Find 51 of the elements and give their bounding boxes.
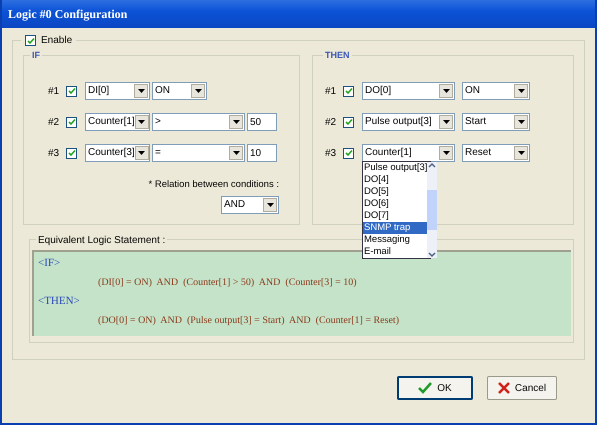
checkbox[interactable] xyxy=(66,116,77,128)
checkbox[interactable] xyxy=(25,35,36,46)
list-item[interactable]: DO[5] xyxy=(363,186,428,198)
dropdown-field[interactable]: DI[0] xyxy=(85,82,150,100)
dropdown-field[interactable]: Counter[1] xyxy=(362,144,455,162)
statement-line: <IF> xyxy=(38,256,60,271)
scrollbar[interactable] xyxy=(427,162,438,258)
list-item[interactable]: DO[4] xyxy=(363,174,428,186)
dropdown-field[interactable]: > xyxy=(152,113,245,131)
group-title: Equivalent Logic Statement : xyxy=(36,233,168,248)
dropdown-field[interactable]: DO[0] xyxy=(362,82,455,100)
statement-line: (DI[0] = ON) AND (Counter[1] > 50) AND (Counter[3] = 10) xyxy=(98,276,357,290)
statement-line: <THEN> xyxy=(38,294,80,309)
row-label: #2 xyxy=(48,116,60,130)
row-label: #1 xyxy=(48,84,60,98)
window-title: Logic #0 Configuration xyxy=(8,6,128,23)
dropdown-field[interactable]: Counter[3] xyxy=(85,144,150,162)
dropdown-field[interactable]: ON xyxy=(462,82,530,100)
ok-button[interactable]: OK xyxy=(397,376,473,400)
list-item[interactable]: Pulse output[3] xyxy=(363,162,428,174)
row-label: #2 xyxy=(325,116,338,130)
dropdown-field[interactable]: Start xyxy=(462,113,530,131)
row-label: #1 xyxy=(325,84,338,98)
relation-label: * Relation between conditions : xyxy=(148,178,279,192)
list-item[interactable]: Messaging xyxy=(363,234,428,246)
checkbox[interactable] xyxy=(343,86,354,96)
checkbox[interactable] xyxy=(343,148,354,158)
checkbox[interactable] xyxy=(343,116,354,128)
scroll-down-icon[interactable] xyxy=(428,252,436,258)
list-item[interactable]: DO[6] xyxy=(363,198,428,210)
list-item[interactable]: E-mail xyxy=(363,246,428,258)
list-item[interactable]: SNMP trap xyxy=(363,222,428,234)
dropdown-field[interactable]: = xyxy=(152,144,245,162)
value-field[interactable]: 10 xyxy=(247,144,277,162)
statement-line: (DO[0] = ON) AND (Pulse output[3] = Start) AND (Counter[1] = Reset) xyxy=(98,314,400,328)
dropdown-field[interactable]: AND xyxy=(221,196,279,214)
dropdown-field[interactable]: Reset xyxy=(462,144,530,162)
scroll-up-icon[interactable] xyxy=(428,162,436,168)
list-item[interactable]: DO[7] xyxy=(363,210,428,222)
checkmark-icon xyxy=(418,382,432,394)
row-label: #3 xyxy=(48,146,60,160)
checkbox[interactable] xyxy=(66,86,77,96)
x-icon xyxy=(498,382,510,394)
cancel-button[interactable]: Cancel xyxy=(487,376,557,400)
row-label: #3 xyxy=(325,146,338,160)
dropdown-field[interactable]: Counter[1] xyxy=(85,113,150,131)
value-field[interactable]: 50 xyxy=(247,113,277,131)
dropdown-field[interactable]: ON xyxy=(152,82,207,100)
enable-label: Enable xyxy=(41,34,72,48)
dropdown-field[interactable]: Pulse output[3] xyxy=(362,113,455,131)
checkbox[interactable] xyxy=(66,148,77,158)
